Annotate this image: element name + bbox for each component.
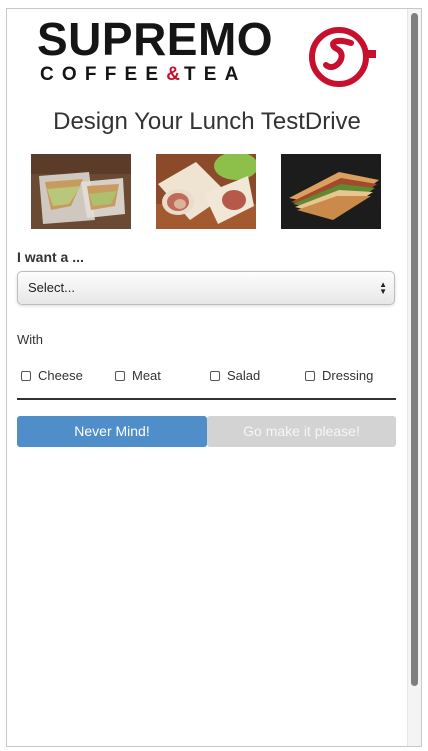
panini-photo <box>281 154 381 229</box>
brand-sub-left: COFFEE <box>40 64 167 85</box>
go-make-it-button[interactable]: Go make it please! <box>207 416 396 447</box>
dressing-checkbox[interactable] <box>305 370 315 381</box>
panini-image <box>281 154 381 229</box>
meat-checkbox[interactable] <box>115 370 125 381</box>
never-mind-button[interactable]: Never Mind! <box>17 416 207 447</box>
brand-sub-amp: & <box>166 64 184 85</box>
brand-logo: SUPREMO COFFEE&TEA <box>17 9 397 91</box>
option-cheese[interactable]: Cheese <box>21 368 83 383</box>
scrollbar-thumb[interactable] <box>411 13 418 686</box>
main-content: SUPREMO COFFEE&TEA Design Your Lunch Tes… <box>17 9 397 447</box>
action-buttons: Never Mind! Go make it please! <box>17 416 396 447</box>
dressing-label: Dressing <box>322 368 374 383</box>
coffee-cup-icon <box>309 27 376 87</box>
brand-name: SUPREMO <box>37 13 274 65</box>
page-frame: SUPREMO COFFEE&TEA Design Your Lunch Tes… <box>6 8 422 747</box>
salad-label: Salad <box>227 368 261 383</box>
scrollbar[interactable] <box>407 9 421 746</box>
select-arrows-icon: ▲ ▼ <box>379 280 387 296</box>
with-label: With <box>17 332 43 347</box>
sandwich-image <box>31 154 131 229</box>
topping-options: Cheese Meat Salad Dressing <box>17 368 397 390</box>
select-value: Select... <box>28 280 75 295</box>
wrap-photo <box>156 154 256 229</box>
brand-sub-right: TEA <box>184 64 247 85</box>
option-meat[interactable]: Meat <box>115 368 161 383</box>
sandwich-photo <box>31 154 131 229</box>
page-title: Design Your Lunch TestDrive <box>53 108 361 135</box>
option-dressing[interactable]: Dressing <box>305 368 373 383</box>
wrap-image <box>156 154 256 229</box>
cheese-label: Cheese <box>38 368 83 383</box>
food-photos <box>17 154 397 230</box>
divider <box>17 398 396 400</box>
salad-checkbox[interactable] <box>210 370 220 381</box>
option-salad[interactable]: Salad <box>210 368 260 383</box>
lunch-type-select[interactable]: Select... ▲ ▼ <box>17 271 395 305</box>
want-label: I want a ... <box>17 249 84 265</box>
cheese-checkbox[interactable] <box>21 370 31 381</box>
brand-tagline: COFFEE&TEA <box>40 64 247 86</box>
meat-label: Meat <box>132 368 161 383</box>
